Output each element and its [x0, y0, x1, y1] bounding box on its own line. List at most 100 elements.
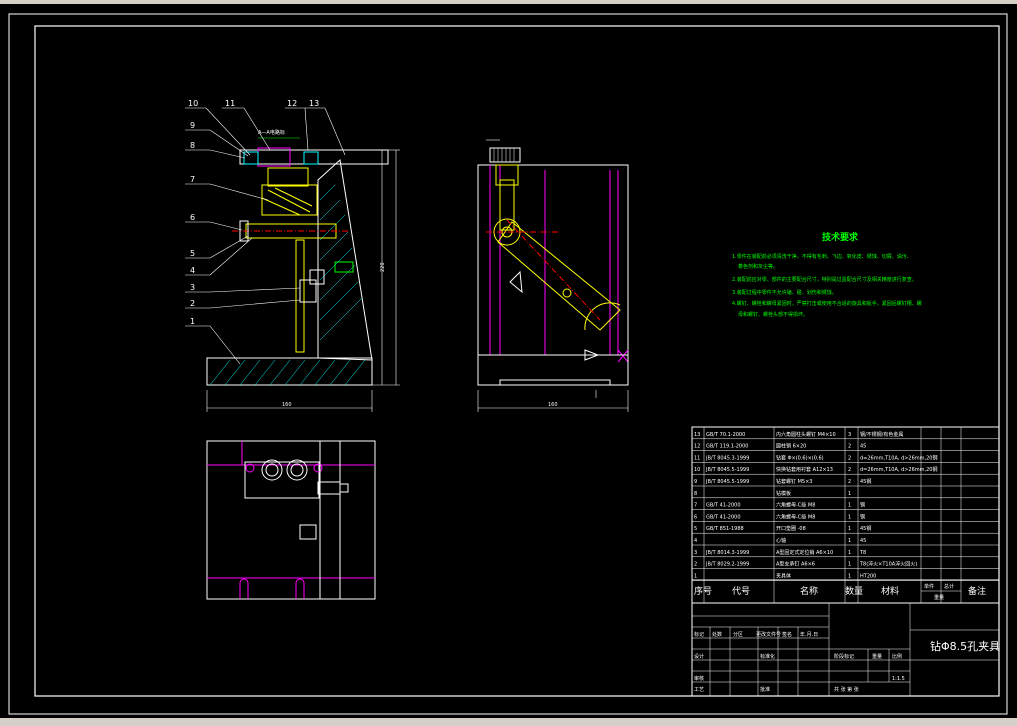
parts-cell-qty: 2: [848, 479, 851, 485]
parts-list-table: 13 GB/T 70.1-2000 内六角圆柱头螺钉 M4×10 3 钢/不锈钢/有色金…: [691, 426, 1000, 604]
balloon-2: 2: [190, 299, 195, 308]
dim-front-width: 160: [282, 402, 292, 408]
parts-cell-mat: 钢/不锈钢/有色金属: [860, 431, 903, 438]
parts-cell-qty: 1: [848, 538, 851, 544]
parts-cell-name: 六角螺母-C级 M8: [776, 502, 815, 509]
section-note: A—A电路标: [258, 129, 285, 136]
tb-standard: 标准化: [760, 653, 775, 660]
base-plate: [206, 357, 373, 386]
parts-cell-code: GB/T 119.1-2000: [706, 444, 748, 450]
parts-header-name: 名称: [800, 585, 818, 597]
parts-cell-mat: 钢: [860, 513, 865, 520]
parts-cell-mat: 45钢: [860, 478, 871, 485]
parts-cell-no: 3: [694, 550, 697, 556]
tb-sheets: 共 张 第 张: [834, 686, 859, 693]
top-view: [206, 440, 376, 600]
parts-cell-qty: 2: [848, 455, 851, 461]
parts-cell-name: 钻套 Φ×(0.6)×(0.6): [776, 454, 824, 461]
dim-front-height: 220: [380, 262, 386, 272]
parts-cell-name: 快换钻套用衬套 A12×13: [776, 466, 833, 473]
parts-cell-code: JB/T 8045.5-1999: [705, 479, 749, 485]
side-view: 160: [477, 139, 629, 412]
parts-cell-name: 六角螺母-C级 M8: [776, 513, 815, 520]
balloon-7: 7: [190, 175, 195, 184]
parts-cell-name: 圆柱销 6×20: [776, 443, 806, 450]
parts-cell-mat: 45: [860, 444, 866, 450]
tech-req-line-2: 着色剂和灰尘等。: [738, 263, 778, 270]
parts-cell-no: 9: [694, 479, 697, 485]
parts-header-qty: 数量: [845, 585, 863, 597]
workpiece: [261, 167, 318, 216]
outer-border: [8, 13, 1008, 715]
tech-req-line-1: 1.零件在装配前必须清洗干净，不得有毛刺、飞边、氧化皮、锈蚀、切屑、油污、: [732, 253, 912, 260]
parts-cell-no: 4: [694, 538, 697, 544]
parts-cell-no: 2: [694, 562, 697, 568]
parts-header-remark: 备注: [968, 585, 986, 597]
balloon-9: 9: [190, 121, 195, 130]
parts-cell-qty: 1: [848, 573, 851, 579]
drawing-title: 钻Φ8.5孔夹具: [930, 639, 1000, 653]
parts-cell-code: JB/T 8029.2-1999: [705, 562, 749, 568]
parts-cell-name: 开口垫圈 -08: [776, 525, 806, 532]
parts-header-total: 总计: [944, 583, 954, 590]
front-view: 160 220 A—A电路标: [206, 129, 400, 412]
tb-stage: 阶段标记: [834, 653, 854, 660]
parts-cell-name: 夹具体: [776, 572, 791, 579]
balloon-12: 12: [287, 99, 297, 108]
window-bottom-bar: [0, 718, 1017, 726]
balloon-leaders: [185, 107, 346, 365]
parts-cell-qty: 2: [848, 444, 851, 450]
balloon-6: 6: [190, 213, 195, 222]
parts-header-mat: 材料: [881, 585, 899, 597]
parts-cell-mat: d=26mm,T10A, d>26mm,20钢: [860, 454, 938, 461]
tb-process: 工艺: [694, 687, 704, 693]
parts-cell-code: GB/T 70.1-2000: [706, 432, 745, 438]
parts-cell-code: JB/T 8014.3-1999: [705, 550, 749, 556]
parts-header-code: 代号: [732, 586, 750, 597]
tb-check: 审核: [694, 675, 704, 682]
parts-cell-no: 1: [694, 573, 697, 579]
parts-cell-no: 5: [694, 526, 697, 532]
parts-cell-name: A型支承钉 A6×6: [776, 561, 815, 568]
parts-cell-mat: T8: [859, 550, 866, 556]
rev-label-date: 年.月.日: [800, 631, 818, 638]
parts-cell-mat: 45: [860, 538, 866, 544]
parts-cell-no: 8: [694, 491, 697, 497]
parts-cell-code: JB/T 8045.5-1999: [705, 467, 749, 473]
parts-cell-mat: 45钢: [860, 525, 871, 532]
balloon-10: 10: [188, 99, 198, 108]
rev-label-sign: 签名: [782, 631, 792, 638]
parts-cell-mat: HT200: [860, 573, 876, 579]
parts-cell-name: 钻套螺钉 M5×3: [776, 478, 812, 485]
balloon-1: 1: [190, 317, 195, 326]
balloon-5: 5: [190, 249, 195, 258]
parts-cell-qty: 1: [848, 491, 851, 497]
parts-cell-qty: 2: [848, 467, 851, 473]
balloon-8: 8: [190, 141, 195, 150]
tb-ratio: 比例: [892, 653, 902, 660]
column-body: [317, 159, 373, 361]
parts-cell-name: A型固定式定位销 A6×10: [776, 549, 833, 556]
drawing-scale: 1:1.5: [892, 676, 905, 682]
parts-cell-qty: 3: [848, 432, 851, 438]
tech-req-title: 技术要求: [822, 231, 859, 243]
tech-req-line-6: 母和螺钉、螺栓头部不得损坏。: [738, 311, 808, 318]
rev-label-count: 处数: [712, 631, 722, 638]
parts-header-no: 序号: [694, 585, 712, 597]
tb-design: 设计: [694, 653, 704, 660]
rev-label-mark: 标记: [694, 631, 704, 638]
rev-label-doc: 更改文件号: [756, 631, 781, 638]
title-block: 钻Φ8.5孔夹具 1:1.5 标记 处数 分区 更改文件号 签名 年.月.日 设…: [691, 602, 1000, 697]
tech-req-line-4: 3.装配过程中零件不允许磕、碰、划伤和锈蚀。: [732, 289, 837, 296]
tb-weight: 重量: [872, 653, 882, 660]
parts-cell-code: GB/T 851-1988: [706, 526, 744, 532]
parts-cell-no: 6: [694, 514, 697, 520]
parts-cell-mat: d=26mm,T10A, d>26mm,20钢: [860, 466, 938, 473]
cad-drawing-canvas[interactable]: 160 220 A—A电路标 10 11 12 13 9 8 7 6 5 4 3…: [0, 4, 1017, 718]
parts-cell-qty: 1: [848, 562, 851, 568]
tb-approve: 批准: [760, 686, 770, 693]
balloon-3: 3: [190, 283, 195, 292]
parts-cell-no: 11: [694, 455, 700, 461]
parts-cell-no: 12: [694, 444, 700, 450]
parts-cell-mat: T8(淬火×T10A淬火回火): [859, 561, 917, 568]
